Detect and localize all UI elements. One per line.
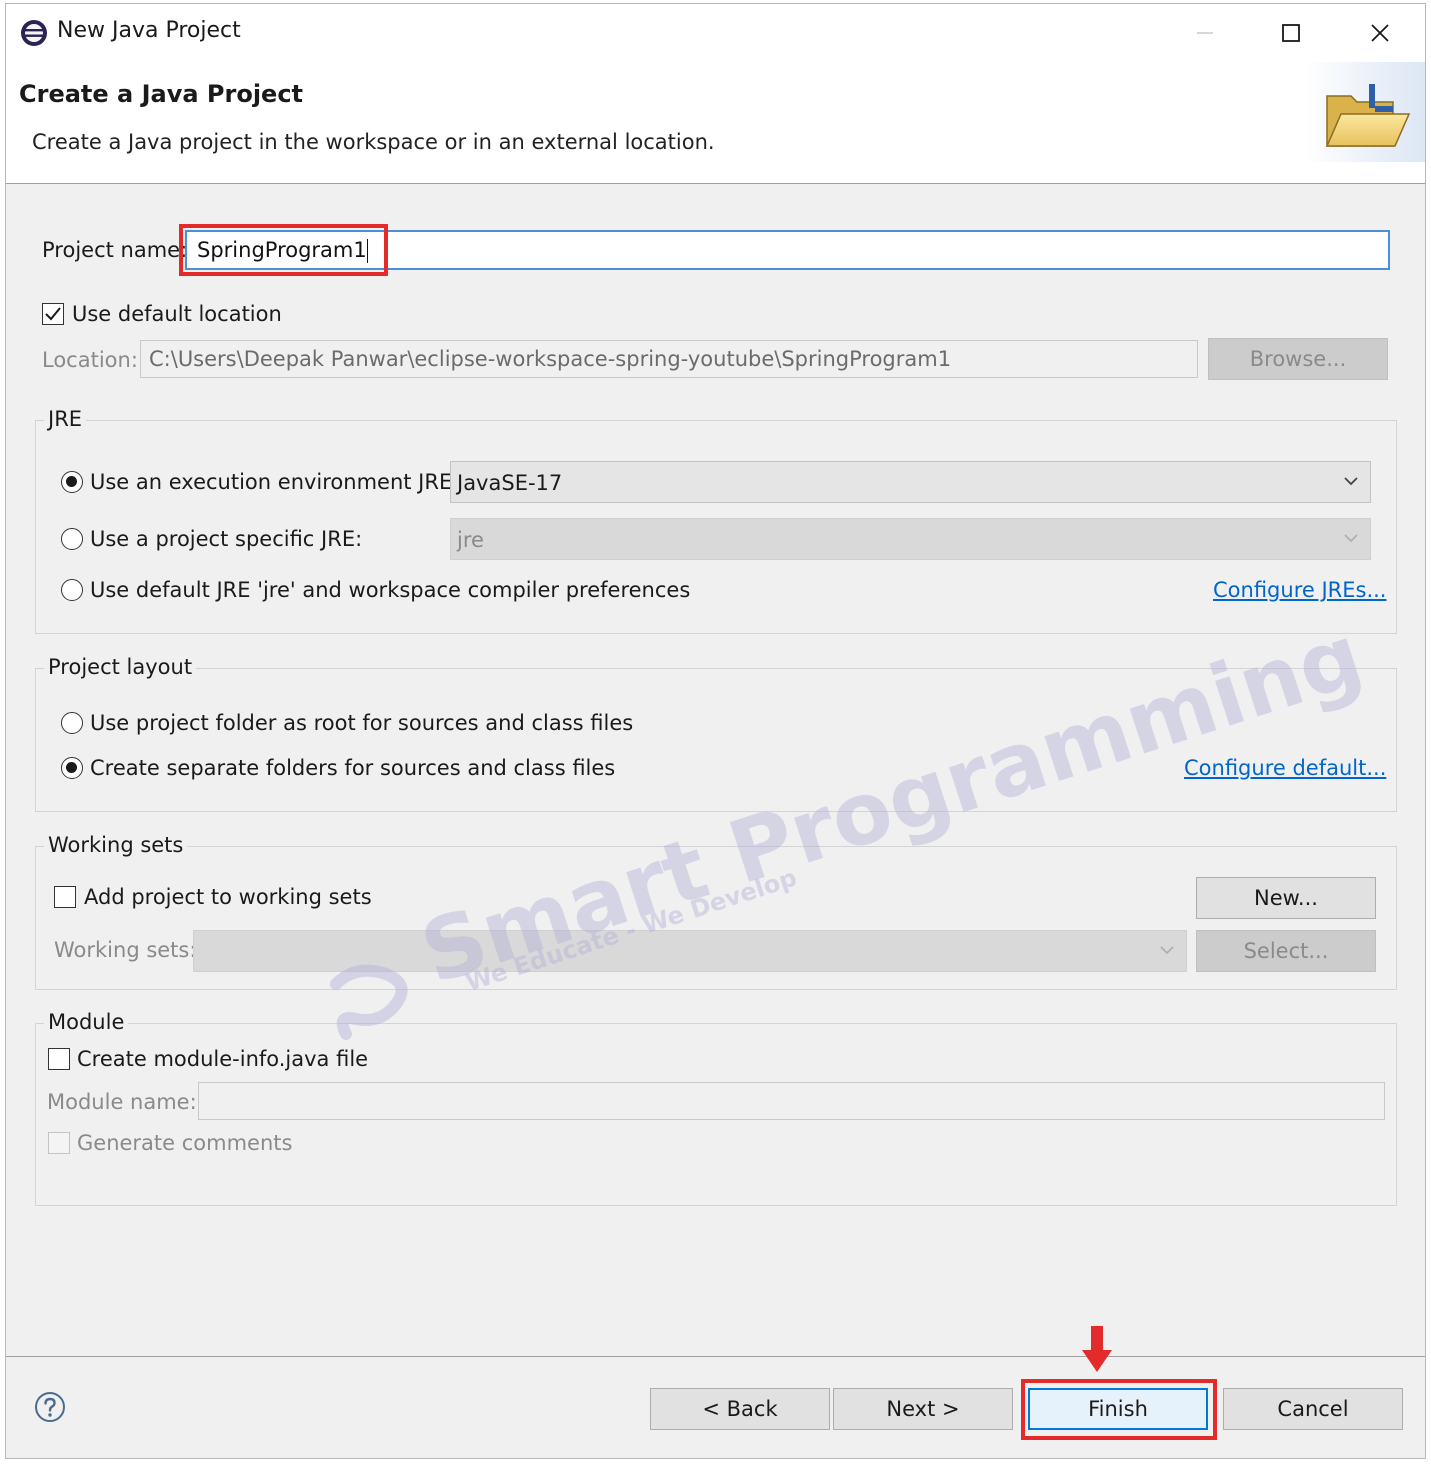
generate-comments-checkbox[interactable] (48, 1132, 70, 1154)
jre-group-title: JRE (44, 407, 87, 431)
chevron-down-icon (1344, 534, 1358, 543)
help-icon (35, 1392, 65, 1422)
project-layout-group (35, 668, 1397, 812)
new-project-folder-icon (1305, 62, 1425, 162)
layout-root-label: Use project folder as root for sources a… (90, 711, 634, 735)
exec-env-radio[interactable] (61, 471, 83, 493)
generate-comments-label: Generate comments (77, 1131, 293, 1155)
window-title: New Java Project (57, 18, 241, 43)
configure-jres-link[interactable]: Configure JREs... (1213, 578, 1386, 602)
working-sets-group-title: Working sets (44, 833, 188, 857)
create-module-info-label: Create module-info.java file (77, 1047, 369, 1071)
working-sets-select[interactable] (193, 930, 1187, 972)
module-group-title: Module (44, 1010, 129, 1034)
wizard-title: Create a Java Project (19, 80, 304, 108)
minimize-icon (1197, 32, 1213, 34)
radio-selected-dot (66, 762, 77, 773)
use-default-location-checkbox[interactable] (42, 303, 64, 325)
create-module-info-checkbox[interactable] (48, 1048, 70, 1070)
title-bar: New Java Project (6, 4, 1425, 62)
maximize-icon (1282, 24, 1300, 42)
help-button[interactable] (34, 1391, 66, 1423)
project-layout-group-title: Project layout (44, 655, 197, 679)
chevron-down-icon (1344, 477, 1358, 486)
default-jre-radio[interactable] (61, 579, 83, 601)
wizard-description: Create a Java project in the workspace o… (32, 130, 715, 154)
layout-separate-label: Create separate folders for sources and … (90, 756, 616, 780)
default-jre-label: Use default JRE 'jre' and workspace comp… (90, 578, 691, 602)
finish-highlight (1021, 1379, 1217, 1440)
exec-env-value: JavaSE-17 (457, 471, 563, 495)
new-working-set-button[interactable]: New... (1196, 877, 1376, 919)
footer-divider (6, 1356, 1425, 1357)
project-specific-label: Use a project specific JRE: (90, 527, 363, 551)
checkmark-icon (45, 307, 61, 321)
exec-env-label: Use an execution environment JRE: (90, 470, 460, 494)
project-specific-value: jre (457, 528, 484, 552)
select-working-set-button[interactable]: Select... (1196, 930, 1376, 972)
maximize-button[interactable] (1268, 12, 1314, 54)
chevron-down-icon (1160, 946, 1174, 955)
next-button[interactable]: Next > (833, 1388, 1013, 1430)
close-button[interactable] (1357, 12, 1403, 54)
add-to-working-sets-checkbox[interactable] (54, 886, 76, 908)
back-button[interactable]: < Back (650, 1388, 830, 1430)
working-sets-label: Working sets: (54, 938, 197, 962)
close-icon (1371, 24, 1389, 42)
minimize-button[interactable] (1182, 12, 1228, 54)
cancel-button[interactable]: Cancel (1223, 1388, 1403, 1430)
red-down-arrow-icon (1082, 1326, 1112, 1372)
project-name-label: Project name: (42, 238, 188, 262)
project-specific-radio[interactable] (61, 528, 83, 550)
exec-env-select[interactable]: JavaSE-17 (450, 461, 1371, 503)
module-name-input[interactable] (198, 1082, 1385, 1120)
configure-default-link[interactable]: Configure default... (1184, 756, 1386, 780)
radio-selected-dot (66, 476, 77, 487)
layout-root-radio[interactable] (61, 712, 83, 734)
eclipse-icon (21, 20, 47, 46)
project-specific-select[interactable]: jre (450, 518, 1371, 560)
browse-button[interactable]: Browse... (1208, 338, 1388, 380)
project-name-highlight (179, 224, 388, 276)
layout-separate-radio[interactable] (61, 757, 83, 779)
new-java-project-dialog: New Java Project Create a Java Project C… (5, 3, 1426, 1459)
location-label: Location: (42, 348, 138, 372)
location-input[interactable]: C:\Users\Deepak Panwar\eclipse-workspace… (140, 340, 1198, 378)
add-to-working-sets-label: Add project to working sets (84, 885, 372, 909)
module-name-label: Module name: (47, 1090, 197, 1114)
wizard-banner: Create a Java Project Create a Java proj… (6, 62, 1425, 184)
use-default-location-label: Use default location (72, 302, 282, 326)
